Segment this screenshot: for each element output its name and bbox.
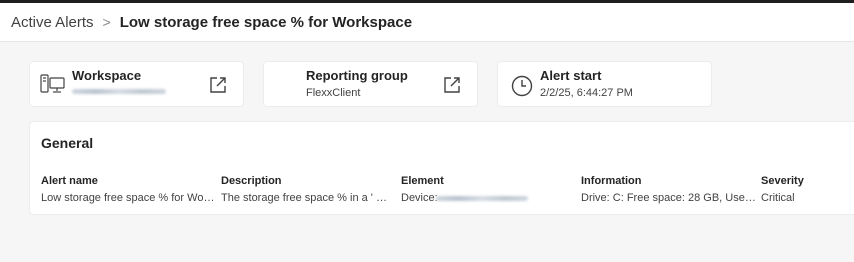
element-header: Element [401, 175, 444, 187]
general-section: General Alert name Low storage free spac… [29, 121, 854, 215]
alert-start-card-value: 2/2/25, 6:44:27 PM [540, 87, 633, 99]
description-value: The storage free space % in a ' Wor... [221, 192, 396, 204]
desktop-computer-icon [40, 73, 66, 100]
reporting-group-card: Reporting group FlexxClient [263, 61, 478, 107]
redacted-workspace-name [72, 89, 166, 94]
description-header: Description [221, 175, 282, 187]
general-section-title: General [41, 135, 94, 151]
open-external-icon[interactable] [443, 76, 461, 99]
open-external-icon[interactable] [209, 76, 227, 99]
information-value: Drive: C: Free space: 28 GB, Used Pe... [581, 192, 761, 204]
reporting-group-card-value: FlexxClient [306, 87, 361, 99]
alert-name-header: Alert name [41, 175, 98, 187]
severity-header: Severity [761, 175, 804, 187]
workspace-card-title: Workspace [72, 68, 142, 83]
information-header: Information [581, 175, 642, 187]
clock-icon [511, 75, 533, 102]
alert-start-card-title: Alert start [540, 68, 602, 83]
severity-value: Critical [761, 192, 795, 204]
alert-name-value: Low storage free space % for Work... [41, 192, 216, 204]
breadcrumb-active-alerts[interactable]: Active Alerts [11, 14, 94, 31]
alert-start-card: Alert start 2/2/25, 6:44:27 PM [497, 61, 712, 107]
reporting-group-card-title: Reporting group [306, 68, 408, 83]
breadcrumb: Active Alerts > Low storage free space %… [0, 3, 854, 42]
page-title: Low storage free space % for Workspace [119, 13, 413, 31]
redacted-device-name [436, 196, 528, 201]
breadcrumb-separator: > [102, 14, 111, 30]
workspace-card: Workspace [29, 61, 244, 107]
element-value: Device: [401, 192, 438, 204]
